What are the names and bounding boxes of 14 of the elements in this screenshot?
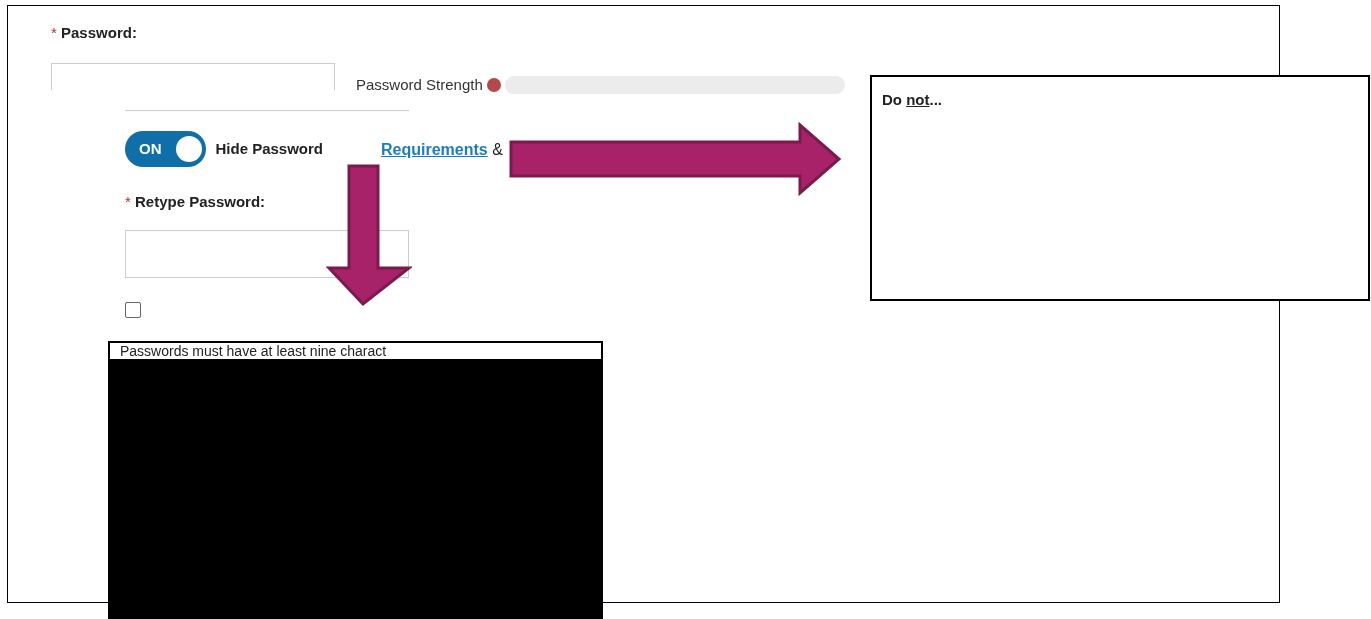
callout-title: Do not... — [882, 90, 943, 110]
ampersand: & — [492, 141, 503, 158]
field-label: Retype Password: — [135, 193, 266, 210]
toggle-switch[interactable]: ON — [125, 131, 206, 167]
dot-icon — [486, 78, 501, 93]
checkbox[interactable] — [125, 301, 141, 318]
rules-text: Passwords must have at least nine charact — [110, 343, 601, 359]
field-label: Password: — [61, 24, 137, 41]
toggle-caption: Hide Password — [215, 138, 324, 159]
required-mark: * — [51, 24, 57, 41]
password-input[interactable] — [51, 62, 335, 90]
strength-label: Password Strength — [356, 75, 483, 95]
required-mark: * — [125, 193, 131, 210]
requirements-link[interactable]: Requirements — [381, 141, 488, 158]
